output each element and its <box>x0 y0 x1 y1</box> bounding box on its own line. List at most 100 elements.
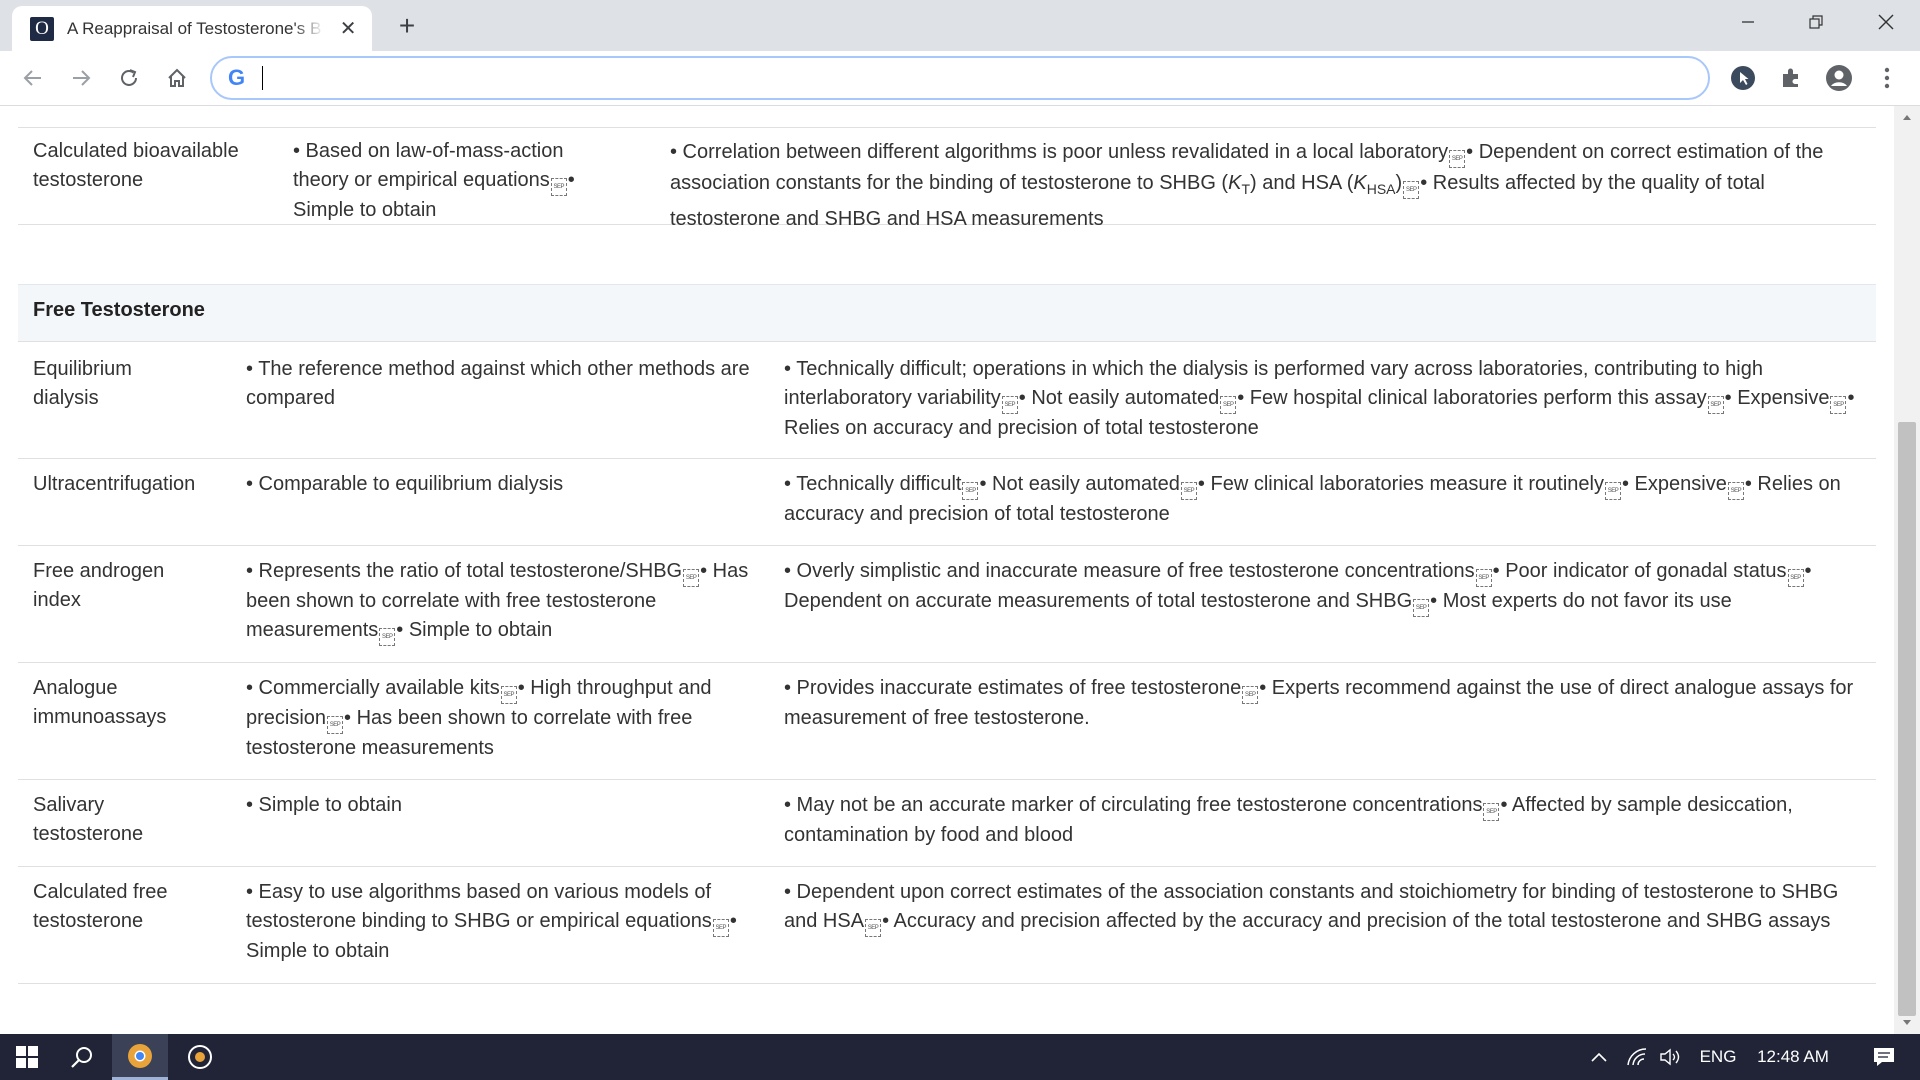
table-row: Analogue immunoassays • Commercially ava… <box>18 663 1876 780</box>
restore-button[interactable] <box>1782 0 1850 44</box>
table-row: Equilibrium dialysis • The reference met… <box>18 342 1876 459</box>
disadvantages-cell: • Overly simplistic and inaccurate measu… <box>784 557 1874 617</box>
start-button[interactable] <box>0 1034 54 1080</box>
back-button[interactable] <box>15 60 51 96</box>
language-indicator[interactable]: ENG <box>1694 1034 1742 1080</box>
scroll-up-icon[interactable] <box>1894 106 1920 128</box>
vertical-scrollbar[interactable] <box>1894 106 1920 1034</box>
sep-glyph: SEP <box>1787 569 1804 587</box>
disadvantages-cell: • Dependent upon correct estimates of th… <box>784 878 1874 937</box>
tab-close-icon[interactable]: ✕ <box>338 16 358 41</box>
menu-button[interactable] <box>1872 63 1902 93</box>
kt-subscript: T <box>1241 181 1250 197</box>
disadvantage-item: • Not easily automated <box>979 473 1180 495</box>
advantages-cell: • Represents the ratio of total testoste… <box>246 557 756 646</box>
network-button[interactable] <box>1622 1034 1652 1080</box>
text-caret <box>262 66 263 90</box>
disadvantage-item: • Few clinical laboratories measure it r… <box>1197 473 1604 495</box>
sep-glyph: SEP <box>1475 569 1492 587</box>
advantages-cell: • Commercially available kits SEP • High t… <box>246 674 756 763</box>
section-header: Free Testosterone <box>18 284 1876 342</box>
wifi-icon <box>1627 1048 1647 1066</box>
minimize-button[interactable] <box>1714 0 1782 44</box>
advantages-cell: • Simple to obtain <box>246 791 756 820</box>
disadvantages-cell: • Correlation between different algorith… <box>670 137 1870 234</box>
advantage-item: • Comparable to equilibrium dialysis <box>246 473 564 495</box>
disadvantage-item: • Provides inaccurate estimates of free … <box>784 677 1242 699</box>
speaker-icon <box>1660 1048 1680 1066</box>
record-icon <box>188 1045 212 1069</box>
home-button[interactable] <box>159 60 195 96</box>
sep-glyph: SEP <box>550 178 567 196</box>
restore-icon <box>1809 15 1823 29</box>
sep-glyph: SEP <box>712 919 729 937</box>
sep-glyph: SEP <box>1604 482 1621 500</box>
address-input[interactable] <box>267 68 1667 88</box>
scrollbar-thumb[interactable] <box>1898 422 1916 1016</box>
notification-icon <box>1874 1048 1894 1066</box>
sep-glyph: SEP <box>962 482 979 500</box>
disadvantage-item: • Accuracy and precision affected by the… <box>882 910 1831 932</box>
sep-glyph: SEP <box>1413 599 1430 617</box>
sep-glyph: SEP <box>1707 396 1724 414</box>
disadvantage-item: • Technically difficult <box>784 473 962 495</box>
advantages-cell: • Comparable to equilibrium dialysis <box>246 470 756 499</box>
disadvantage-item: • Expensive <box>1724 387 1830 409</box>
address-bar[interactable]: G <box>210 56 1710 100</box>
pointer-icon <box>1731 66 1755 90</box>
sep-glyph: SEP <box>379 628 396 646</box>
disadvantage-item: • Most experts do not favor its use <box>1430 590 1732 612</box>
forward-button[interactable] <box>63 60 99 96</box>
method-cell: Free androgen index <box>33 560 165 611</box>
profile-button[interactable] <box>1824 63 1854 93</box>
site-favicon-icon: O <box>30 16 54 41</box>
advantage-item: • Simple to obtain <box>246 794 402 816</box>
windows-logo-icon <box>16 1046 38 1068</box>
browser-tab[interactable]: O A Reappraisal of Testosterone's B ✕ <box>12 6 372 51</box>
method-cell: Calculated bioavailable testosterone <box>33 140 239 191</box>
arrow-right-icon <box>73 70 91 86</box>
advantages-cell: • Easy to use algorithms based on variou… <box>246 878 756 966</box>
disadvantage-item: • Correlation between different algorith… <box>670 141 1449 163</box>
scroll-down-icon[interactable] <box>1894 1012 1920 1034</box>
table-row: Calculated free testosterone • Easy to u… <box>18 867 1876 984</box>
extensions-button[interactable] <box>1776 63 1806 93</box>
chrome-icon <box>128 1043 152 1068</box>
show-hidden-icons-button[interactable] <box>1584 1034 1614 1080</box>
taskbar-recorder[interactable] <box>172 1034 228 1080</box>
disadvantage-item: • Expensive <box>1621 473 1727 495</box>
method-cell: Calculated free testosterone <box>33 881 168 932</box>
puzzle-icon <box>1783 68 1798 87</box>
table-row: Salivary testosterone • Simple to obtain… <box>18 780 1876 867</box>
advantages-cell: • The reference method against which oth… <box>246 355 756 413</box>
close-window-button[interactable] <box>1852 0 1920 44</box>
google-icon: G <box>228 65 246 90</box>
advantage-item: • Represents the ratio of total testoste… <box>246 560 683 582</box>
previous-row-remnant <box>18 106 1876 128</box>
taskbar-chrome[interactable] <box>112 1034 168 1080</box>
taskbar: ENG 12:48 AM <box>0 1034 1920 1080</box>
sep-glyph: SEP <box>1001 396 1018 414</box>
clock[interactable]: 12:48 AM <box>1748 1034 1838 1080</box>
advantage-item: • Commercially available kits <box>246 677 500 699</box>
sep-glyph: SEP <box>1403 181 1420 199</box>
new-tab-button[interactable]: + <box>391 10 423 42</box>
action-center-button[interactable] <box>1856 1034 1912 1080</box>
account-icon <box>1826 65 1852 91</box>
kt-symbol: K <box>1228 172 1242 194</box>
reload-button[interactable] <box>111 60 147 96</box>
chevron-up-icon <box>1591 1052 1607 1062</box>
volume-button[interactable] <box>1656 1034 1686 1080</box>
table-row: Ultracentrifugation • Comparable to equi… <box>18 459 1876 546</box>
sep-glyph: SEP <box>1242 686 1259 704</box>
table-row: Calculated bioavailable testosterone • B… <box>18 128 1876 230</box>
advantage-item: • Easy to use algorithms based on variou… <box>246 881 712 932</box>
sep-glyph: SEP <box>1727 482 1744 500</box>
disadvantage-item: • Overly simplistic and inaccurate measu… <box>784 560 1475 582</box>
search-button[interactable] <box>58 1034 106 1080</box>
method-cell: Equilibrium dialysis <box>33 358 132 409</box>
cursor-extension-button[interactable] <box>1728 63 1758 93</box>
minimize-icon <box>1742 21 1754 23</box>
disadvantage-item: • May not be an accurate marker of circu… <box>784 794 1483 816</box>
search-icon <box>71 1047 92 1068</box>
